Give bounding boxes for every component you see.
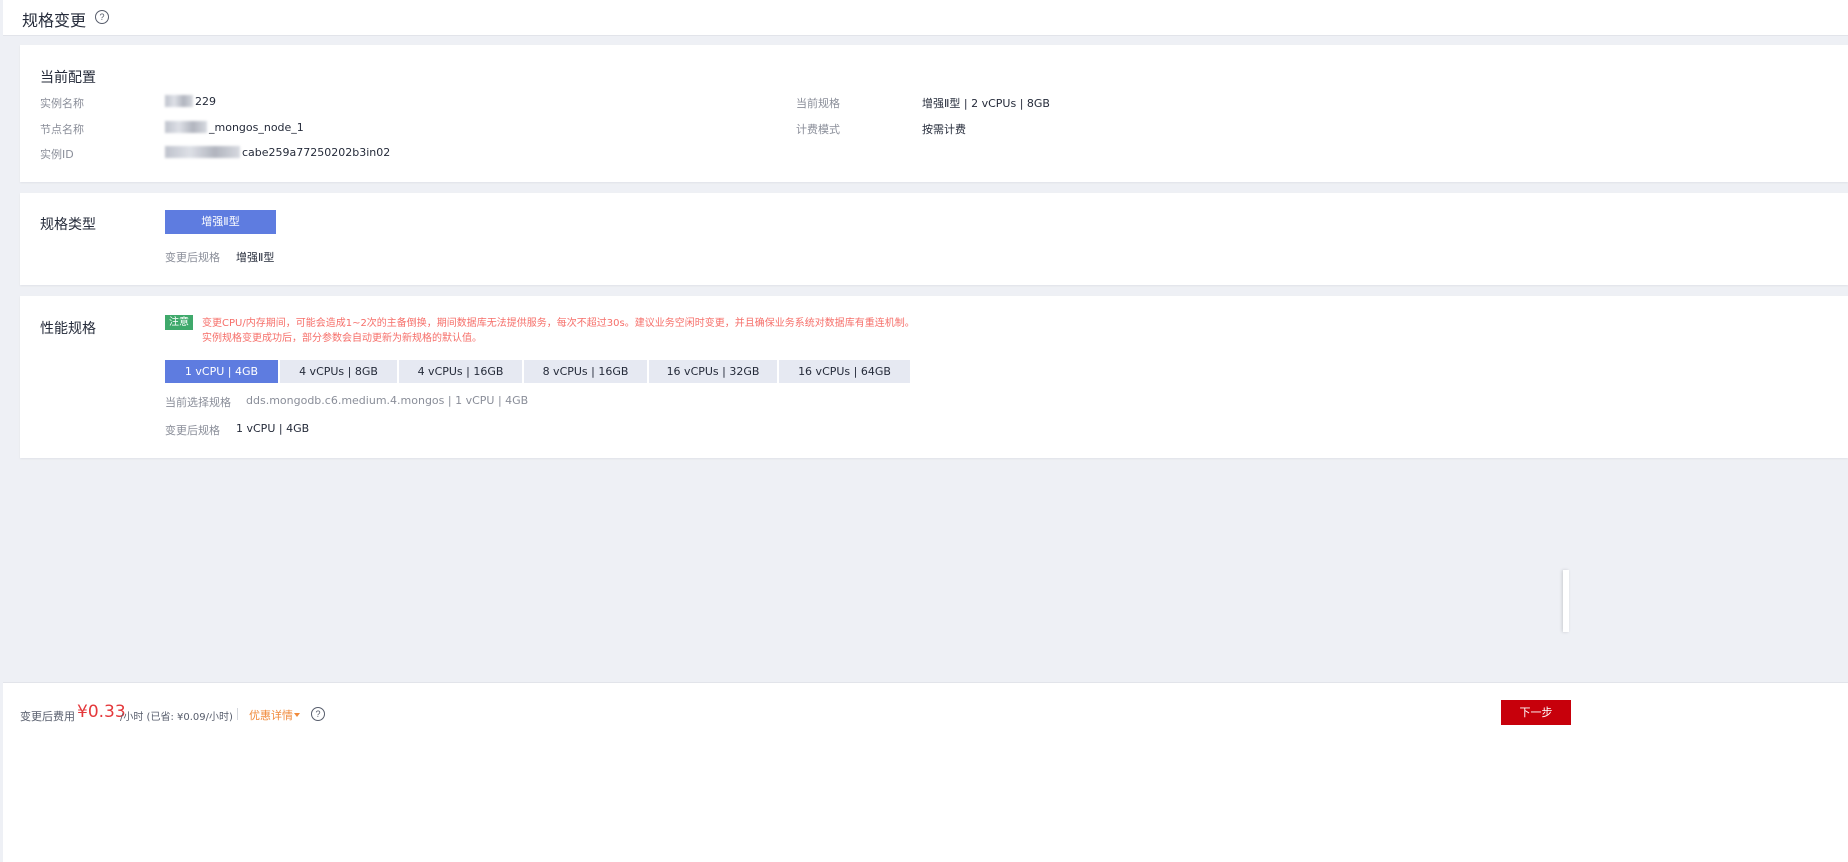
current-config-card: 当前配置 实例名称 229 节点名称 _mongos_node_1 实例ID c… xyxy=(20,45,1848,182)
instance-name-value: 229 xyxy=(195,95,216,108)
help-icon[interactable]: ? xyxy=(311,707,325,721)
page-title: 规格变更 xyxy=(22,11,87,30)
instance-name-label: 实例名称 xyxy=(40,97,84,110)
spec-option[interactable]: 16 vCPUs | 64GB xyxy=(779,360,910,383)
spec-option[interactable]: 4 vCPUs | 16GB xyxy=(399,360,522,383)
footer-bar: 变更后费用 ¥0.33 /小时 (已省: ¥0.09/小时) 优惠详情 ? 下一… xyxy=(3,682,1848,862)
instance-id-label: 实例ID xyxy=(40,148,74,161)
notice-text: 变更CPU/内存期间，可能会造成1~2次的主备倒换，期间数据库无法提供服务，每次… xyxy=(202,318,915,329)
billing-mode-label: 计费模式 xyxy=(796,123,840,136)
redacted-mask xyxy=(165,146,240,158)
notice-badge: 注意 xyxy=(165,315,193,330)
performance-spec-card: 性能规格 注意 变更CPU/内存期间，可能会造成1~2次的主备倒换，期间数据库无… xyxy=(20,296,1848,458)
current-selected-value: dds.mongodb.c6.medium.4.mongos | 1 vCPU … xyxy=(246,394,529,407)
performance-spec-title: 性能规格 xyxy=(40,321,96,337)
current-selected-label: 当前选择规格 xyxy=(165,396,231,409)
next-step-button[interactable]: 下一步 xyxy=(1501,700,1571,725)
help-icon[interactable]: ? xyxy=(95,10,109,24)
instance-id-value: cabe259a77250202b3in02 xyxy=(242,146,391,159)
spec-option-group: 1 vCPU | 4GB 4 vCPUs | 8GB 4 vCPUs | 16G… xyxy=(165,360,912,383)
performance-after-label: 变更后规格 xyxy=(165,424,220,437)
spec-type-after-label: 变更后规格 xyxy=(165,251,220,264)
redacted-mask xyxy=(165,95,193,107)
redacted-mask xyxy=(165,121,207,133)
spec-type-title: 规格类型 xyxy=(40,217,96,233)
fee-price: ¥0.33 xyxy=(77,702,126,722)
chevron-down-icon[interactable] xyxy=(294,713,300,717)
spec-type-after-value: 增强Ⅱ型 xyxy=(236,251,275,264)
side-float-tab[interactable] xyxy=(1563,570,1569,632)
performance-after-value: 1 vCPU | 4GB xyxy=(236,422,310,435)
fee-unit: /小时 (已省: ¥0.09/小时) xyxy=(120,712,233,723)
node-name-label: 节点名称 xyxy=(40,123,84,136)
spec-type-card: 规格类型 增强Ⅱ型 变更后规格 增强Ⅱ型 xyxy=(20,193,1848,285)
current-config-title: 当前配置 xyxy=(40,70,96,86)
fee-label: 变更后费用 xyxy=(20,710,75,723)
spec-type-option-button[interactable]: 增强Ⅱ型 xyxy=(165,210,276,234)
spec-option[interactable]: 4 vCPUs | 8GB xyxy=(280,360,397,383)
billing-mode-value: 按需计费 xyxy=(922,123,966,136)
discount-details-link[interactable]: 优惠详情 xyxy=(249,707,293,723)
spec-option[interactable]: 8 vCPUs | 16GB xyxy=(524,360,647,383)
spec-option[interactable]: 1 vCPU | 4GB xyxy=(165,360,278,383)
notice-text: 实例规格变更成功后，部分参数会自动更新为新规格的默认值。 xyxy=(202,333,482,344)
node-name-value: _mongos_node_1 xyxy=(209,121,304,134)
page-header: 规格变更 ? xyxy=(3,0,1848,36)
current-spec-label: 当前规格 xyxy=(796,97,840,110)
current-spec-value: 增强Ⅱ型 | 2 vCPUs | 8GB xyxy=(922,97,1050,110)
divider xyxy=(237,708,238,720)
spec-option[interactable]: 16 vCPUs | 32GB xyxy=(649,360,777,383)
